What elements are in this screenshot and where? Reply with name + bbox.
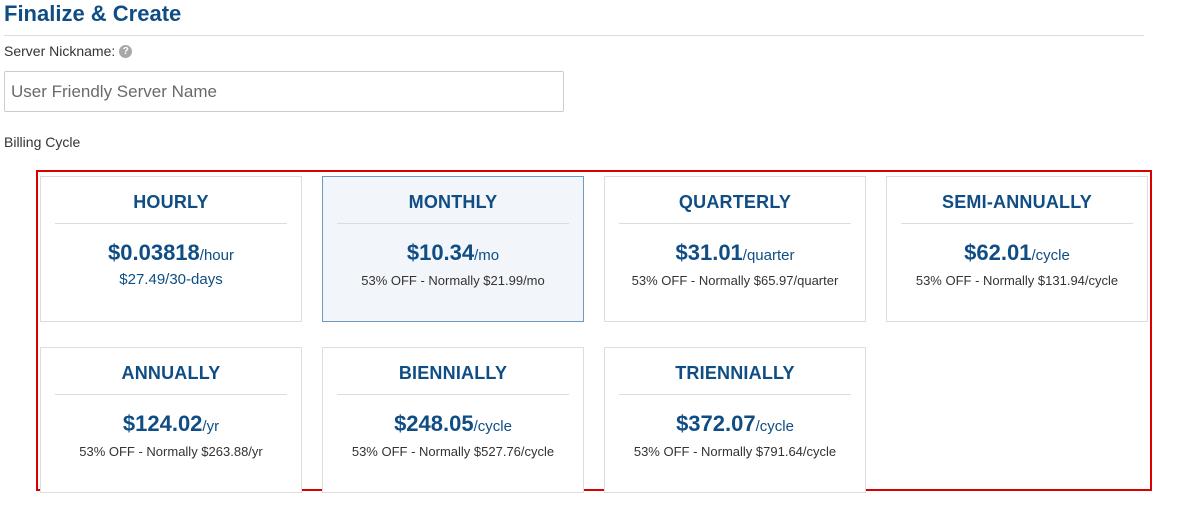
billing-option-name: BIENNIALLY	[337, 363, 569, 395]
billing-option-price: $248.05/cycle	[323, 411, 583, 437]
price-amount: $248.05	[394, 411, 474, 436]
price-unit: /cycle	[473, 418, 512, 435]
price-amount: $372.07	[676, 411, 756, 436]
discount-note: 53% OFF - Normally $263.88/yr	[79, 444, 263, 459]
billing-option-name: TRIENNIALLY	[619, 363, 851, 395]
title-divider	[4, 35, 1144, 36]
billing-option-monthly[interactable]: MONTHLY $10.34/mo 53% OFF - Normally $21…	[322, 176, 584, 322]
price-unit: /hour	[199, 247, 234, 264]
billing-option-semi-annually[interactable]: SEMI-ANNUALLY $62.01/cycle 53% OFF - Nor…	[886, 176, 1148, 322]
billing-option-name: SEMI-ANNUALLY	[901, 192, 1133, 224]
price-unit: /yr	[202, 418, 220, 435]
billing-option-hourly[interactable]: HOURLY $0.03818/hour $27.49/30-days	[40, 176, 302, 322]
price-amount: $124.02	[122, 411, 203, 436]
billing-cycle-highlight-frame: HOURLY $0.03818/hour $27.49/30-days MONT…	[36, 170, 1152, 493]
price-unit: /cycle	[755, 418, 794, 435]
price-unit: /cycle	[1031, 247, 1070, 264]
billing-option-annually[interactable]: ANNUALLY $124.02/yr 53% OFF - Normally $…	[40, 347, 302, 493]
discount-note: 53% OFF - Normally $131.94/cycle	[915, 273, 1119, 288]
finalize-create-page: Finalize & Create Server Nickname: ? Bil…	[0, 0, 1180, 530]
billing-option-price: $0.03818/hour	[41, 240, 301, 266]
server-nickname-label: Server Nickname: ?	[4, 43, 133, 59]
billing-option-quarterly[interactable]: QUARTERLY $31.01/quarter 53% OFF - Norma…	[604, 176, 866, 322]
page-title: Finalize & Create	[4, 1, 182, 26]
price-unit: /quarter	[742, 247, 795, 264]
billing-option-price: $124.02/yr	[41, 411, 301, 437]
billing-option-biennially[interactable]: BIENNIALLY $248.05/cycle 53% OFF - Norma…	[322, 347, 584, 493]
discount-note: 53% OFF - Normally $65.97/quarter	[631, 273, 839, 288]
billing-option-price: $372.07/cycle	[605, 411, 865, 437]
billing-option-name: HOURLY	[55, 192, 287, 224]
billing-option-name: MONTHLY	[337, 192, 569, 224]
price-amount: $0.03818	[108, 240, 200, 265]
price-unit: /mo	[474, 247, 500, 264]
billing-option-price: $62.01/cycle	[887, 240, 1147, 266]
discount-note: 53% OFF - Normally $527.76/cycle	[351, 444, 555, 459]
server-nickname-label-text: Server Nickname:	[4, 43, 116, 59]
billing-option-name: ANNUALLY	[55, 363, 287, 395]
price-amount: $31.01	[675, 240, 743, 265]
server-nickname-input[interactable]	[4, 71, 564, 112]
billing-option-price: $31.01/quarter	[605, 240, 865, 266]
price-secondary: $27.49/30-days	[119, 271, 223, 288]
help-question-icon[interactable]: ?	[119, 44, 133, 58]
billing-option-name: QUARTERLY	[619, 192, 851, 224]
discount-note: 53% OFF - Normally $791.64/cycle	[633, 444, 837, 459]
billing-cycle-label: Billing Cycle	[4, 134, 81, 150]
price-amount: $62.01	[964, 240, 1032, 265]
billing-option-price: $10.34/mo	[323, 240, 583, 266]
billing-option-triennially[interactable]: TRIENNIALLY $372.07/cycle 53% OFF - Norm…	[604, 347, 866, 493]
discount-note: 53% OFF - Normally $21.99/mo	[361, 273, 545, 288]
price-amount: $10.34	[406, 240, 475, 265]
